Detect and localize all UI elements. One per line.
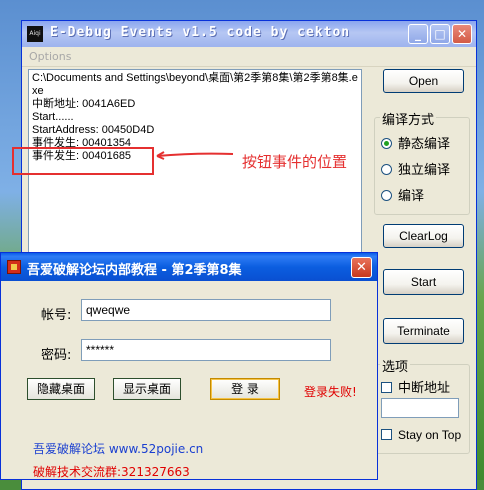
interrupt-address-input[interactable] (381, 398, 459, 418)
log-line: StartAddress: 00450D4D (32, 124, 155, 136)
log-line: C:\Documents and Settings\beyond\桌面\第2季第… (32, 72, 358, 97)
interrupt-address-checkbox[interactable]: 中断地址 (381, 377, 450, 396)
clearlog-button-label: ClearLog (399, 229, 448, 243)
radio-compile[interactable]: 编译 (381, 185, 424, 204)
maximize-icon: □ (434, 27, 446, 41)
close-icon: ✕ (456, 27, 468, 41)
highlight-box (12, 147, 154, 175)
radio-standalone-compile[interactable]: 独立编译 (381, 159, 450, 178)
stay-on-top-checkbox[interactable]: Stay on Top (381, 428, 461, 442)
hide-desktop-button[interactable]: 隐藏桌面 (27, 378, 95, 400)
app-icon (7, 260, 21, 274)
password-input[interactable]: ****** (81, 339, 331, 361)
title-bar[interactable]: Aiqi E-Debug Events v1.5 code by cekton … (22, 21, 476, 47)
show-desktop-button[interactable]: 显示桌面 (113, 378, 181, 400)
window-title: E-Debug Events v1.5 code by cekton (50, 25, 351, 40)
radio-static-compile[interactable]: 静态编译 (381, 133, 450, 152)
account-input[interactable]: qweqwe (81, 299, 331, 321)
menu-bar: Options (22, 47, 476, 67)
checkbox-label: Stay on Top (398, 428, 462, 442)
login-button[interactable]: 登 录 (210, 378, 280, 400)
terminate-button-label: Terminate (397, 324, 450, 338)
account-label: 帐号: (41, 308, 72, 323)
radio-label: 编译 (398, 189, 425, 204)
annotation-text: 按钮事件的位置 (242, 153, 348, 171)
start-button[interactable]: Start (383, 269, 464, 295)
login-close-button[interactable]: ✕ (351, 257, 372, 278)
forum-link[interactable]: 吾爱破解论坛 www.52pojie.cn (33, 440, 203, 457)
close-button[interactable]: ✕ (452, 24, 472, 44)
app-icon: Aiqi (27, 26, 43, 42)
open-button-label: Open (408, 74, 439, 88)
checkbox-icon (381, 382, 392, 393)
log-line: 中断地址: 0041A6ED (32, 98, 136, 110)
close-icon: ✕ (356, 260, 367, 275)
menu-options[interactable]: Options (29, 50, 71, 63)
login-title-bar[interactable]: 吾爱破解论坛内部教程 - 第2季第8集 ✕ (1, 253, 377, 281)
radio-label: 独立编译 (398, 163, 451, 178)
radio-icon (381, 190, 392, 201)
log-line: Start...... (32, 111, 74, 123)
maximize-button[interactable]: □ (430, 24, 450, 44)
login-window-title: 吾爱破解论坛内部教程 - 第2季第8集 (27, 263, 242, 278)
minimize-icon: _ (415, 27, 421, 41)
clearlog-button[interactable]: ClearLog (383, 224, 464, 248)
annotation-arrow-icon (156, 151, 234, 160)
radio-label: 静态编译 (398, 137, 451, 152)
checkbox-icon (381, 429, 392, 440)
compile-mode-title: 编译方式 (380, 109, 437, 128)
password-label: 密码: (41, 348, 72, 363)
qq-group-text: 破解技术交流群:321327663 (33, 465, 190, 479)
options-title: 选项 (380, 356, 411, 375)
checkbox-label: 中断地址 (398, 381, 451, 396)
radio-icon (381, 164, 392, 175)
open-button[interactable]: Open (383, 69, 464, 93)
minimize-button[interactable]: _ (408, 24, 428, 44)
terminate-button[interactable]: Terminate (383, 318, 464, 344)
radio-selected-icon (381, 138, 392, 149)
login-window: 吾爱破解论坛内部教程 - 第2季第8集 ✕ 帐号: qweqwe 密码: ***… (0, 252, 378, 480)
start-button-label: Start (410, 275, 437, 289)
login-status: 登录失败! (304, 385, 357, 399)
